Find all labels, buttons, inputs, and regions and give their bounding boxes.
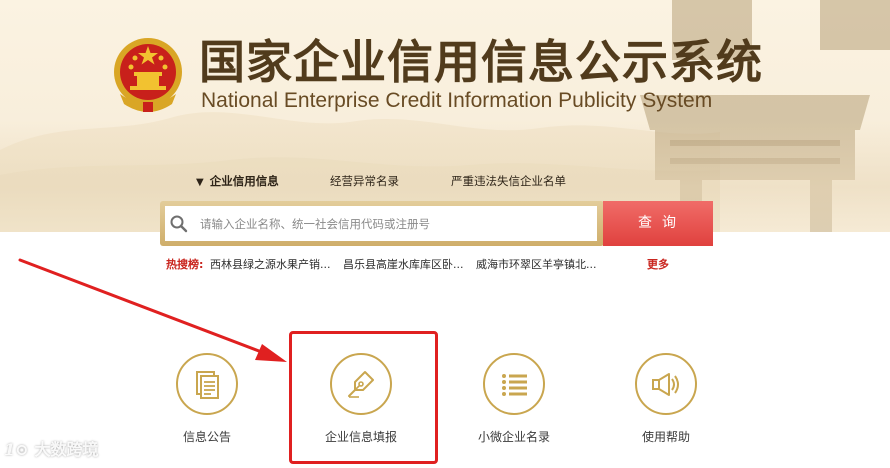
feature-info-announcement[interactable]: 信息公告	[142, 348, 272, 458]
feature-icon-circle	[483, 353, 545, 415]
feature-label: 信息公告	[182, 430, 231, 444]
page-subtitle: National Enterprise Credit Information P…	[201, 89, 713, 112]
tab-label: 严重违法失信企业名单	[451, 174, 566, 188]
search-icon	[170, 215, 188, 233]
feature-icon-circle	[330, 353, 392, 415]
megaphone-icon	[652, 373, 679, 396]
hot-search-item[interactable]: 西林县绿之源水果产销...	[210, 257, 331, 273]
watermark-text: 大数跨境	[34, 440, 99, 459]
pen-nib-icon	[348, 371, 374, 398]
search-input[interactable]	[165, 206, 597, 241]
hot-search-more-link[interactable]: 更多	[647, 257, 669, 273]
tab-abnormal-operation-list[interactable]: 经营异常名录	[330, 172, 399, 190]
tab-enterprise-credit-info[interactable]: ▼ 企业信用信息	[196, 172, 279, 192]
feature-icon-circle	[635, 353, 697, 415]
hot-search-bar: 热搜榜: 西林县绿之源水果产销... 昌乐县高崖水库库区卧... 威海市环翠区羊…	[0, 257, 890, 275]
feature-label: 小微企业名录	[477, 430, 550, 444]
tab-label: 经营异常名录	[330, 174, 399, 188]
feature-label: 使用帮助	[641, 430, 690, 444]
search-button[interactable]: 查询	[603, 201, 713, 246]
page-title: 国家企业信用信息公示系统	[199, 35, 763, 89]
hot-search-item[interactable]: 威海市环翠区羊亭镇北...	[476, 257, 597, 273]
search-tabs: ▼ 企业信用信息 经营异常名录 严重违法失信企业名单	[0, 172, 890, 192]
feature-micro-enterprise-list[interactable]: 小微企业名录	[449, 348, 579, 458]
hot-search-label: 热搜榜:	[166, 258, 204, 271]
hot-search-item[interactable]: 昌乐县高崖水库库区卧...	[343, 257, 464, 273]
caret-down-icon: ▼	[196, 177, 204, 188]
feature-enterprise-info-filing[interactable]: 企业信息填报	[296, 348, 426, 458]
watermark: 1⊙ 大数跨境	[4, 436, 99, 460]
document-icon	[196, 371, 219, 399]
feature-usage-help[interactable]: 使用帮助	[601, 348, 731, 458]
list-icon	[502, 374, 527, 396]
national-emblem-icon	[114, 38, 182, 112]
search-box-frame	[160, 201, 604, 246]
tab-label: 企业信用信息	[209, 174, 279, 188]
feature-icon-circle	[176, 353, 238, 415]
feature-label: 企业信息填报	[324, 430, 397, 444]
watermark-logo: 1⊙	[4, 440, 29, 459]
tab-serious-violation-list[interactable]: 严重违法失信企业名单	[451, 172, 566, 190]
